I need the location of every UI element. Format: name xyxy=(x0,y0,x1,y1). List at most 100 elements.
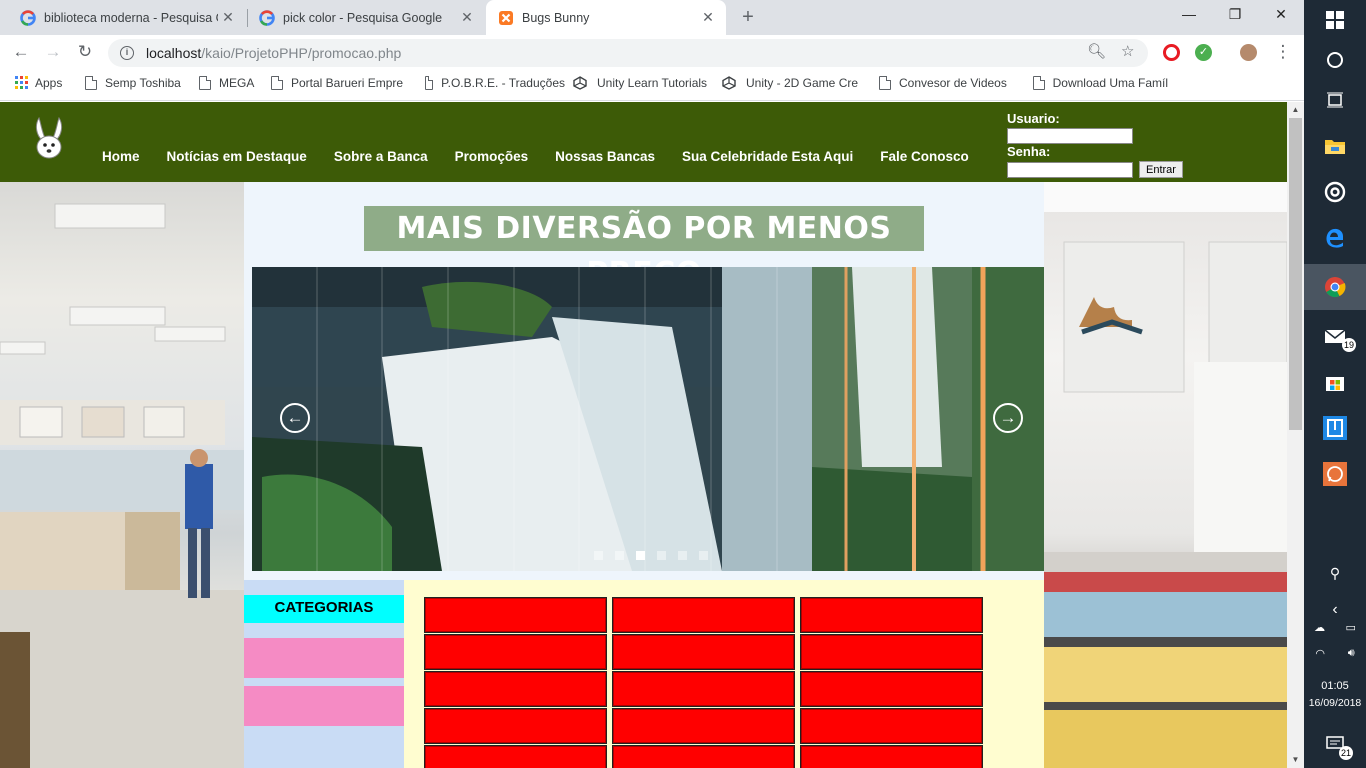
product-tile[interactable] xyxy=(612,708,795,744)
bookmark-download-familia[interactable]: Download Uma Famíl xyxy=(1033,76,1168,90)
product-tile[interactable] xyxy=(800,745,983,768)
wifi-icon[interactable]: ◠ xyxy=(1315,647,1325,660)
mail-icon[interactable]: 19 xyxy=(1304,316,1366,356)
username-input[interactable] xyxy=(1007,128,1133,144)
browser-toolbar: ← → ↻ i localhost/kaio/ProjetoPHP/promoc… xyxy=(0,35,1304,69)
nav-fale-conosco[interactable]: Fale Conosco xyxy=(880,149,969,164)
restore-button[interactable]: ❐ xyxy=(1212,0,1258,30)
slider-dot[interactable] xyxy=(615,551,624,560)
scrollbar-thumb[interactable] xyxy=(1289,118,1302,430)
google-icon xyxy=(259,9,275,26)
tab-bugs-bunny[interactable]: Bugs Bunny ✕ xyxy=(486,0,726,35)
bookmark-apps[interactable]: Apps xyxy=(15,76,62,90)
product-tile[interactable] xyxy=(424,634,607,670)
url-text[interactable]: localhost/kaio/ProjetoPHP/promocao.php xyxy=(146,45,401,61)
app-blue-icon[interactable] xyxy=(1304,408,1366,448)
nav-home[interactable]: Home xyxy=(102,149,140,164)
close-tab-icon[interactable]: ✕ xyxy=(218,9,238,26)
people-icon[interactable]: ⚲ xyxy=(1304,553,1366,593)
zoom-search-icon[interactable]: 🔍︎ xyxy=(1087,42,1106,60)
product-tile[interactable] xyxy=(800,671,983,707)
nav-noticias[interactable]: Notícias em Destaque xyxy=(167,149,307,164)
tab-pick-color[interactable]: pick color - Pesquisa Google ✕ xyxy=(239,0,485,35)
bookmark-pobre[interactable]: P.O.B.R.E. - Traduções xyxy=(425,76,565,90)
slider-dot[interactable] xyxy=(678,551,687,560)
product-tile[interactable] xyxy=(424,745,607,768)
onedrive-icon[interactable]: ☁ xyxy=(1314,621,1325,634)
background-photo-left xyxy=(0,182,244,768)
password-input[interactable] xyxy=(1007,161,1133,178)
task-view-icon[interactable] xyxy=(1304,80,1366,120)
bookmark-label: MEGA xyxy=(219,76,255,90)
menu-icon[interactable]: ⋮ xyxy=(1271,41,1295,65)
bookmark-portal-barueri[interactable]: Portal Barueri Empre xyxy=(271,76,411,90)
clock-date[interactable]: 16/09/2018 xyxy=(1304,697,1366,709)
site-header: Home Notícias em Destaque Sobre a Banca … xyxy=(0,102,1287,182)
tab-biblioteca[interactable]: biblioteca moderna - Pesquisa Go ✕ xyxy=(0,0,246,35)
clock-time[interactable]: 01:05 xyxy=(1304,680,1366,692)
mail-badge: 19 xyxy=(1342,338,1356,352)
page-scrollbar[interactable]: ▲ ▼ xyxy=(1287,102,1304,768)
product-tile[interactable] xyxy=(612,671,795,707)
volume-icon[interactable]: 🔊︎ xyxy=(1348,647,1355,660)
opera-extension-icon[interactable] xyxy=(1163,44,1180,61)
nav-sobre[interactable]: Sobre a Banca xyxy=(334,149,428,164)
product-tile[interactable] xyxy=(800,708,983,744)
cortana-icon[interactable] xyxy=(1304,40,1366,80)
password-label: Senha: xyxy=(1007,144,1051,159)
slider-next-arrow-icon[interactable]: → xyxy=(993,403,1023,433)
background-photo-right xyxy=(1044,182,1287,768)
bookmark-star-icon[interactable]: ☆ xyxy=(1121,42,1134,60)
scroll-down-icon[interactable]: ▼ xyxy=(1287,752,1304,768)
login-button[interactable]: Entrar xyxy=(1139,161,1183,178)
product-tile[interactable] xyxy=(800,634,983,670)
profile-avatar[interactable] xyxy=(1240,44,1257,61)
nav-bancas[interactable]: Nossas Bancas xyxy=(555,149,655,164)
slider-dot[interactable] xyxy=(594,551,603,560)
bookmark-unity-2d[interactable]: Unity - 2D Game Cre xyxy=(722,76,860,90)
product-tile[interactable] xyxy=(612,745,795,768)
battery-icon[interactable]: ▭ xyxy=(1345,621,1355,634)
minimize-button[interactable]: — xyxy=(1166,0,1212,30)
new-tab-button[interactable]: + xyxy=(736,5,760,29)
bunny-logo-icon[interactable] xyxy=(28,114,70,160)
slider-prev-arrow-icon[interactable]: ← xyxy=(280,403,310,433)
bookmark-semp-toshiba[interactable]: Semp Toshiba xyxy=(85,76,185,90)
product-tile[interactable] xyxy=(424,671,607,707)
scroll-up-icon[interactable]: ▲ xyxy=(1287,102,1304,118)
address-bar[interactable]: i localhost/kaio/ProjetoPHP/promocao.php xyxy=(108,39,1148,67)
close-tab-icon[interactable]: ✕ xyxy=(457,9,477,26)
windows-start-icon[interactable] xyxy=(1304,0,1366,40)
product-tile[interactable] xyxy=(424,708,607,744)
product-tile[interactable] xyxy=(612,634,795,670)
store-icon[interactable] xyxy=(1304,362,1366,402)
bookmark-convesor[interactable]: Convesor de Videos xyxy=(879,76,1014,90)
info-icon[interactable]: i xyxy=(120,46,134,60)
close-tab-icon[interactable]: ✕ xyxy=(698,9,718,26)
forward-button[interactable]: → xyxy=(41,41,65,65)
product-tile[interactable] xyxy=(612,597,795,633)
slider-dot-active[interactable] xyxy=(636,551,645,560)
category-item[interactable] xyxy=(244,638,404,678)
slider-dot[interactable] xyxy=(699,551,708,560)
bookmark-mega[interactable]: MEGA xyxy=(199,76,259,90)
action-center-icon[interactable]: 21 xyxy=(1304,724,1366,764)
close-window-button[interactable]: ✕ xyxy=(1258,0,1304,30)
product-tile[interactable] xyxy=(424,597,607,633)
slider-dot[interactable] xyxy=(657,551,666,560)
category-item[interactable] xyxy=(244,686,404,726)
file-explorer-icon[interactable] xyxy=(1304,126,1366,166)
bookmark-label: Convesor de Videos xyxy=(899,76,1007,90)
reload-button[interactable]: ↻ xyxy=(73,41,97,65)
unity-icon xyxy=(573,76,589,90)
nav-promocoes[interactable]: Promoções xyxy=(455,149,529,164)
edge-browser-icon[interactable] xyxy=(1304,218,1366,258)
product-tile[interactable] xyxy=(800,597,983,633)
bookmark-unity-learn[interactable]: Unity Learn Tutorials xyxy=(573,76,713,90)
nav-celebridade[interactable]: Sua Celebridade Esta Aqui xyxy=(682,149,853,164)
back-button[interactable]: ← xyxy=(9,41,33,65)
check-extension-icon[interactable]: ✓ xyxy=(1195,44,1212,61)
groove-music-icon[interactable] xyxy=(1304,172,1366,212)
chrome-icon[interactable] xyxy=(1304,264,1366,310)
whatsapp-icon[interactable] xyxy=(1304,454,1366,494)
